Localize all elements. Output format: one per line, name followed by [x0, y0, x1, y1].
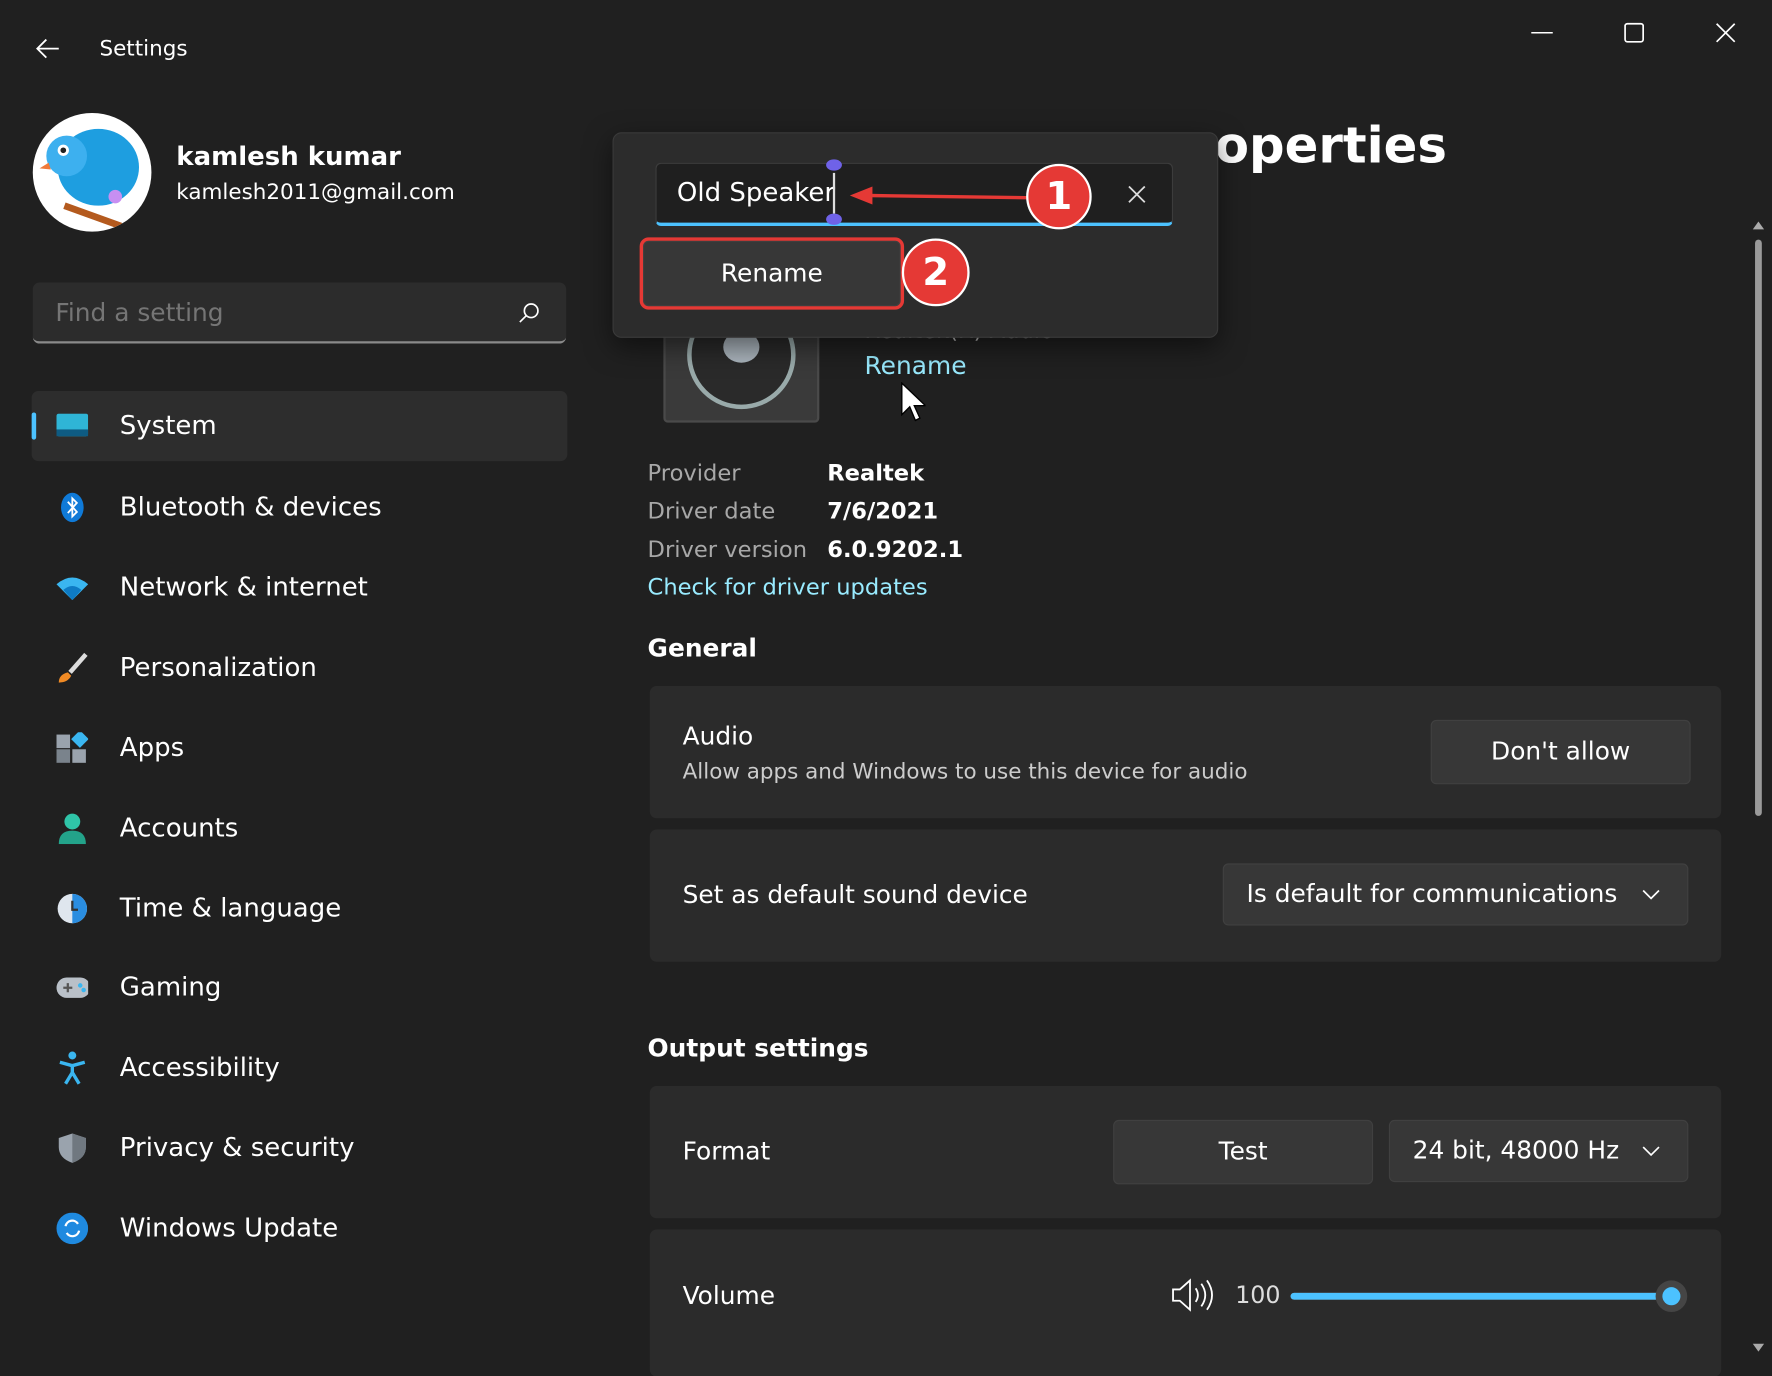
check-driver-updates-link[interactable]: Check for driver updates — [648, 573, 928, 600]
default-device-dropdown[interactable]: Is default for communications — [1222, 863, 1689, 926]
audio-card: Audio Allow apps and Windows to use this… — [649, 685, 1722, 819]
format-card: Format Test 24 bit, 48000 Hz — [649, 1086, 1722, 1219]
rename-button[interactable]: Rename — [639, 237, 905, 310]
rename-link[interactable]: Rename — [865, 353, 967, 381]
sidebar-item-label: System — [119, 411, 217, 441]
mouse-cursor-icon — [901, 381, 926, 422]
driver-provider-value: Realtek — [827, 458, 925, 486]
person-icon — [57, 813, 89, 845]
avatar[interactable] — [32, 113, 152, 232]
callout-badge-2: 2 — [901, 238, 970, 307]
scrollbar[interactable] — [1748, 217, 1768, 1358]
volume-value: 100 — [1235, 1281, 1281, 1309]
text-caret — [832, 172, 836, 214]
bird-avatar-icon — [39, 128, 140, 230]
format-title: Format — [682, 1138, 771, 1167]
default-device-title: Set as default sound device — [682, 881, 1028, 910]
volume-title: Volume — [682, 1282, 776, 1311]
minimize-icon — [1531, 32, 1553, 34]
scrollbar-thumb[interactable] — [1755, 239, 1762, 816]
gamepad-icon — [56, 972, 89, 1004]
sidebar-item-personalization[interactable]: Personalization — [32, 633, 568, 703]
audio-title: Audio — [682, 723, 754, 752]
format-dropdown[interactable]: 24 bit, 48000 Hz — [1388, 1119, 1689, 1183]
sidebar-item-accessibility[interactable]: Accessibility — [32, 1033, 568, 1103]
back-button[interactable] — [34, 34, 63, 63]
test-button[interactable]: Test — [1113, 1119, 1374, 1185]
sidebar-item-accounts[interactable]: Accounts — [32, 793, 568, 863]
scroll-down-icon[interactable] — [1752, 1343, 1766, 1354]
sidebar-item-label: Network & internet — [119, 572, 368, 603]
dont-allow-button[interactable]: Don't allow — [1430, 719, 1691, 785]
sidebar-item-privacy[interactable]: Privacy & security — [32, 1113, 568, 1183]
sidebar-item-label: Accessibility — [119, 1053, 280, 1083]
wifi-icon — [56, 572, 89, 604]
sidebar-item-label: Apps — [119, 733, 185, 763]
output-settings-heading: Output settings — [647, 1035, 869, 1064]
volume-card: Volume 100 — [649, 1229, 1722, 1376]
apps-icon — [56, 732, 89, 764]
audio-description: Allow apps and Windows to use this devic… — [682, 759, 1248, 785]
scroll-up-icon[interactable] — [1752, 219, 1766, 230]
search-icon[interactable] — [516, 301, 541, 326]
volume-slider-thumb[interactable] — [1655, 1280, 1688, 1313]
speaker-volume-icon[interactable] — [1171, 1278, 1214, 1312]
driver-provider-label: Provider — [647, 458, 741, 486]
sidebar-item-gaming[interactable]: Gaming — [32, 953, 568, 1023]
sidebar-item-label: Time & language — [119, 893, 342, 924]
maximize-button[interactable] — [1622, 20, 1647, 45]
minimize-button[interactable] — [1528, 23, 1557, 43]
driver-version-label: Driver version — [647, 535, 808, 563]
sidebar-item-system[interactable]: System — [31, 391, 568, 462]
sidebar-item-windows-update[interactable]: Windows Update — [32, 1193, 568, 1263]
active-indicator — [31, 412, 37, 440]
page-title: operties — [1214, 117, 1448, 176]
general-heading: General — [647, 635, 757, 664]
search-input[interactable] — [53, 293, 510, 333]
profile-name: kamlesh kumar — [176, 142, 402, 172]
driver-date-value: 7/6/2021 — [827, 497, 939, 525]
rename-input[interactable]: Old Speaker — [677, 179, 835, 208]
annotation-arrow — [849, 186, 1036, 205]
sidebar-item-bluetooth[interactable]: Bluetooth & devices — [32, 472, 568, 542]
chevron-down-icon — [1642, 1146, 1660, 1157]
chevron-down-icon — [1642, 889, 1660, 900]
sidebar-item-label: Gaming — [119, 973, 222, 1003]
sidebar-item-time-language[interactable]: Time & language — [32, 874, 568, 944]
arrow-left-icon — [36, 38, 59, 59]
close-icon — [1716, 23, 1736, 43]
clear-icon[interactable] — [1127, 184, 1147, 204]
rename-flyout: Old Speaker 1 Rename 2 — [612, 132, 1219, 338]
volume-slider[interactable] — [1290, 1280, 1688, 1313]
selection-handle-bottom[interactable] — [826, 213, 842, 225]
sidebar-item-label: Bluetooth & devices — [119, 492, 382, 523]
update-icon — [56, 1212, 89, 1245]
close-window-button[interactable] — [1713, 20, 1738, 45]
sidebar-item-label: Accounts — [119, 813, 239, 844]
clock-globe-icon — [57, 893, 89, 925]
sidebar-item-network[interactable]: Network & internet — [32, 553, 568, 623]
search-box[interactable] — [32, 282, 567, 344]
sidebar-item-apps[interactable]: Apps — [32, 713, 568, 783]
brush-icon — [57, 652, 89, 684]
maximize-icon — [1624, 22, 1645, 43]
callout-badge-1: 1 — [1026, 163, 1092, 230]
accessibility-icon — [57, 1051, 89, 1085]
monitor-icon — [56, 410, 89, 442]
driver-version-value: 6.0.9202.1 — [827, 535, 964, 563]
default-device-card: Set as default sound device Is default f… — [649, 829, 1722, 962]
sidebar-item-label: Privacy & security — [119, 1133, 355, 1163]
profile-email: kamlesh2011@gmail.com — [176, 179, 455, 205]
window-title: Settings — [99, 36, 188, 62]
selection-handle-top[interactable] — [826, 159, 842, 171]
shield-icon — [57, 1132, 89, 1164]
driver-date-label: Driver date — [647, 497, 776, 525]
sidebar-item-label: Personalization — [119, 653, 317, 683]
sidebar-item-label: Windows Update — [119, 1213, 339, 1244]
bluetooth-icon — [57, 492, 89, 524]
volume-slider-fill — [1290, 1292, 1672, 1300]
